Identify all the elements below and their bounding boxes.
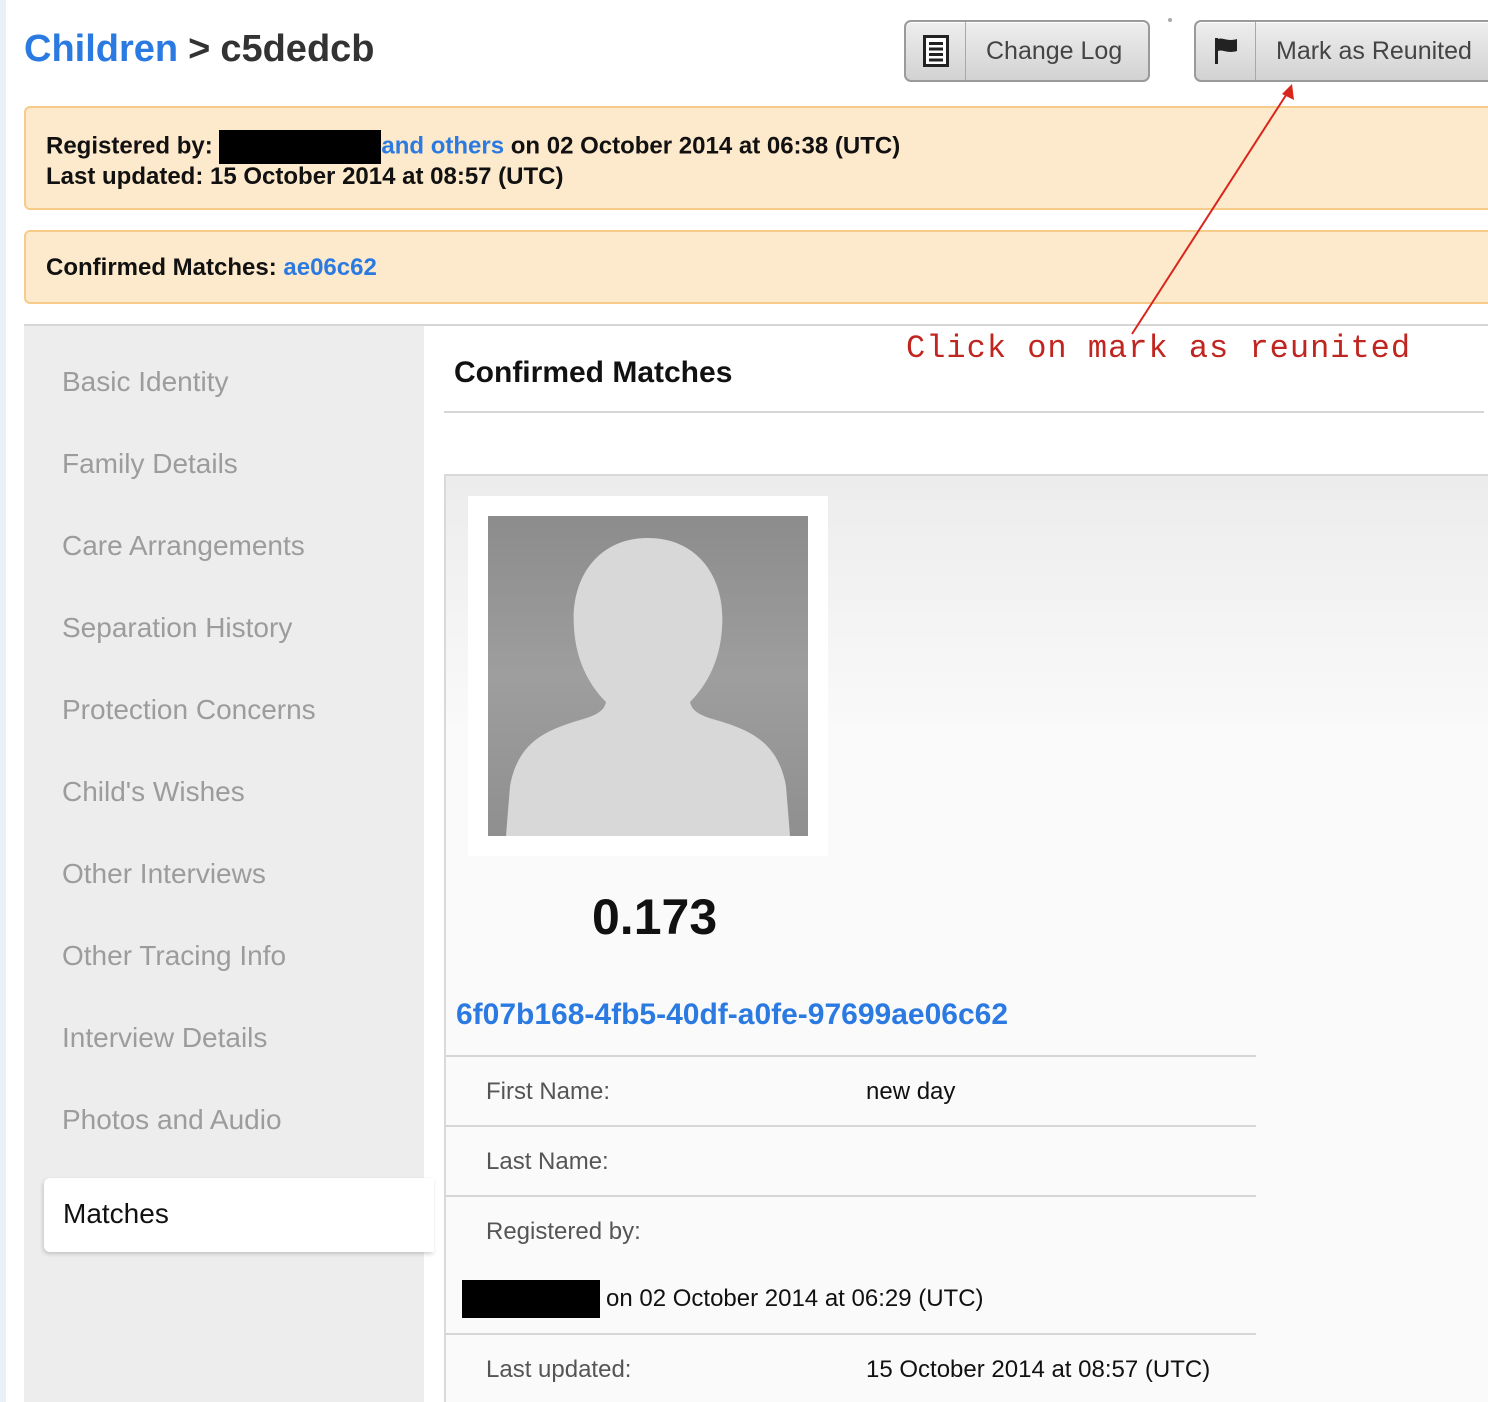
match-registered-by-label: Registered by: <box>486 1218 641 1245</box>
breadcrumb-separator: > <box>188 28 211 70</box>
sidebar-item-matches[interactable]: Matches <box>44 1178 434 1252</box>
row-divider <box>446 1125 1256 1127</box>
match-registered-by-line: on 02 October 2014 at 06:29 (UTC) <box>462 1280 984 1318</box>
section-title: Confirmed Matches <box>454 356 733 389</box>
first-name-label: First Name: <box>486 1078 611 1105</box>
and-others-link[interactable]: and others <box>381 132 504 159</box>
sidebar-item-other-interviews[interactable]: Other Interviews <box>62 858 266 890</box>
last-updated-value: 15 October 2014 at 08:57 (UTC) <box>210 163 564 190</box>
sidebar-item-basic-identity[interactable]: Basic Identity <box>62 366 229 398</box>
sidebar-item-childs-wishes[interactable]: Child's Wishes <box>62 776 245 808</box>
row-divider <box>446 1055 1256 1057</box>
decorative-dot <box>1168 18 1172 22</box>
registered-on-text: on 02 October 2014 at 06:38 (UTC) <box>510 132 901 160</box>
confirmed-matches-label: Confirmed Matches: <box>46 254 277 281</box>
flag-icon <box>1196 22 1256 80</box>
sidebar-item-matches-label: Matches <box>63 1198 169 1229</box>
document-list-icon <box>906 22 966 80</box>
match-card: 0.173 6f07b168-4fb5-40df-a0fe-97699ae06c… <box>444 474 1488 1402</box>
photo-frame <box>468 496 828 856</box>
match-last-updated-value: 15 October 2014 at 08:57 (UTC) <box>866 1356 1211 1383</box>
row-divider <box>446 1195 1256 1197</box>
registered-by-label: Registered by: <box>46 132 213 160</box>
mark-as-reunited-label: Mark as Reunited <box>1276 36 1472 65</box>
sidebar-item-family-details[interactable]: Family Details <box>62 448 238 480</box>
page-left-edge <box>0 0 6 1402</box>
redacted-name <box>462 1280 600 1318</box>
match-record-link[interactable]: 6f07b168-4fb5-40df-a0fe-97699ae06c62 <box>456 998 1008 1032</box>
mark-as-reunited-button[interactable]: Mark as Reunited <box>1194 20 1488 82</box>
last-updated-label: Last updated: <box>46 163 204 190</box>
sidebar-nav: Basic Identity Family Details Care Arran… <box>24 324 434 1402</box>
section-divider <box>444 411 1484 413</box>
breadcrumb: Children > c5dedcb <box>24 28 375 71</box>
match-last-updated-label: Last updated: <box>486 1356 632 1383</box>
redacted-name <box>219 130 382 164</box>
main-top-divider <box>424 324 1488 326</box>
page-title: c5dedcb <box>220 28 375 70</box>
match-score: 0.173 <box>592 889 718 945</box>
sidebar-item-other-tracing-info[interactable]: Other Tracing Info <box>62 940 286 972</box>
breadcrumb-children-link[interactable]: Children <box>24 28 178 70</box>
sidebar-item-care-arrangements[interactable]: Care Arrangements <box>62 530 305 562</box>
match-registered-on-text: on 02 October 2014 at 06:29 (UTC) <box>606 1285 984 1312</box>
row-divider <box>446 1333 1256 1335</box>
change-log-button[interactable]: Change Log <box>904 20 1150 82</box>
change-log-label: Change Log <box>986 36 1123 65</box>
first-name-value: new day <box>866 1078 956 1105</box>
annotation-arrow <box>1131 84 1294 335</box>
sidebar-item-photos-and-audio[interactable]: Photos and Audio <box>62 1104 282 1136</box>
sidebar-item-protection-concerns[interactable]: Protection Concerns <box>62 694 316 726</box>
confirmed-match-link[interactable]: ae06c62 <box>283 254 376 281</box>
sidebar-item-interview-details[interactable]: Interview Details <box>62 1022 267 1054</box>
sidebar-item-separation-history[interactable]: Separation History <box>62 612 292 644</box>
avatar-placeholder-icon[interactable] <box>488 516 808 836</box>
last-name-label: Last Name: <box>486 1148 609 1175</box>
